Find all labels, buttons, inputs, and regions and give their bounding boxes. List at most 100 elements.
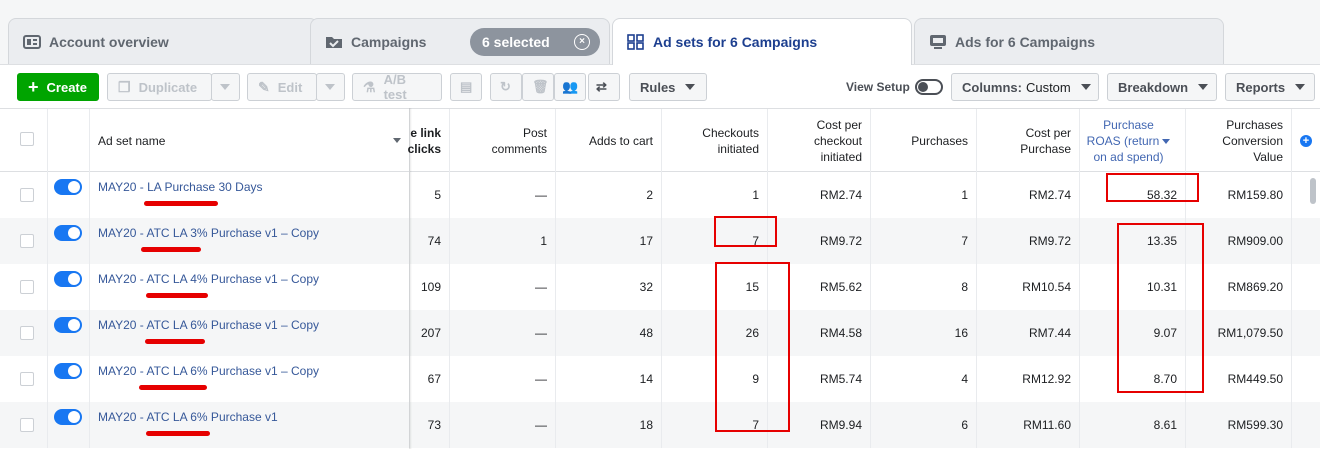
tab-ads[interactable]: Ads for 6 Campaigns bbox=[914, 18, 1224, 64]
rules-button[interactable]: Rules bbox=[629, 73, 707, 101]
adds-to-cart-cell: 17 bbox=[555, 218, 661, 264]
header-adds-to-cart[interactable]: Adds to cart bbox=[555, 109, 661, 172]
header-cost-per-checkout[interactable]: Cost per checkout initiated bbox=[767, 109, 870, 172]
clipboard-button[interactable]: ▤ bbox=[450, 73, 482, 101]
row-checkbox[interactable] bbox=[20, 372, 34, 386]
ad-set-name-link[interactable]: MAY20 - LA Purchase 30 Days bbox=[98, 180, 263, 194]
row-checkbox[interactable] bbox=[20, 234, 34, 248]
ad-set-name-cell: MAY20 - ATC LA 6% Purchase v1 bbox=[89, 402, 409, 448]
revert-button[interactable]: ↻ bbox=[490, 73, 522, 101]
header-toggle-cell bbox=[47, 109, 89, 172]
ab-test-button[interactable]: ⚗ A/B test bbox=[352, 72, 442, 102]
ad-set-name-cell: MAY20 - ATC LA 3% Purchase v1 – Copy bbox=[89, 218, 409, 264]
header-label: comments bbox=[491, 141, 547, 156]
row-checkbox[interactable] bbox=[20, 326, 34, 340]
header-purchases[interactable]: Purchases bbox=[870, 109, 976, 172]
table-row[interactable]: MAY20 - ATC LA 4% Purchase v1 – Copy 109—… bbox=[0, 264, 1320, 310]
cost-per-purchase-cell: RM2.74 bbox=[976, 172, 1079, 218]
tab-account-overview[interactable]: Account overview bbox=[8, 18, 318, 64]
selection-pill[interactable]: 6 selected × bbox=[470, 28, 600, 56]
ad-set-name-link[interactable]: MAY20 - ATC LA 3% Purchase v1 – Copy bbox=[98, 226, 319, 240]
columns-label: Columns: bbox=[962, 79, 1022, 95]
row-checkbox[interactable] bbox=[20, 188, 34, 202]
purchases-cell: 4 bbox=[870, 356, 976, 402]
edit-dropdown[interactable] bbox=[316, 73, 345, 101]
select-all-checkbox[interactable] bbox=[20, 132, 34, 146]
clear-selection-icon[interactable]: × bbox=[574, 34, 590, 50]
export-icon: ⇄ bbox=[596, 79, 607, 94]
ad-set-name-link[interactable]: MAY20 - ATC LA 4% Purchase v1 – Copy bbox=[98, 272, 319, 286]
add-column-icon[interactable]: + bbox=[1300, 135, 1312, 147]
duplicate-dropdown[interactable] bbox=[211, 73, 240, 101]
table-row[interactable]: MAY20 - ATC LA 6% Purchase v1 – Copy 67—1… bbox=[0, 356, 1320, 402]
header-label: Purchases bbox=[1226, 117, 1283, 132]
breakdown-button[interactable]: Breakdown bbox=[1107, 73, 1217, 101]
table-row[interactable]: MAY20 - ATC LA 3% Purchase v1 – Copy 74 1 1… bbox=[0, 218, 1320, 264]
reports-button[interactable]: Reports bbox=[1225, 73, 1315, 101]
purchases-cell: 16 bbox=[870, 310, 976, 356]
header-label: ROAS (return bbox=[1086, 133, 1160, 148]
people-icon: 👥 bbox=[562, 79, 579, 94]
table-row[interactable]: MAY20 - ATC LA 6% Purchase v1 – Copy 207—… bbox=[0, 310, 1320, 356]
edit-label: Edit bbox=[277, 79, 303, 95]
row-checkbox[interactable] bbox=[20, 280, 34, 294]
ad-set-on-off-toggle[interactable] bbox=[54, 271, 82, 287]
ad-set-name-cell: MAY20 - ATC LA 6% Purchase v1 – Copy bbox=[89, 356, 409, 402]
row-toggle-cell bbox=[47, 218, 89, 264]
create-button[interactable]: + Create bbox=[17, 73, 99, 101]
row-tail-cell bbox=[1291, 310, 1320, 356]
selection-count: 6 selected bbox=[482, 34, 550, 50]
ad-set-name-cell: MAY20 - ATC LA 4% Purchase v1 – Copy bbox=[89, 264, 409, 310]
table-row[interactable]: MAY20 - ATC LA 6% Purchase v1 73—18 7 RM9.9… bbox=[0, 402, 1320, 448]
annotation-underline bbox=[144, 201, 218, 206]
header-post-comments[interactable]: Post comments bbox=[449, 109, 555, 172]
post-comments-cell: — bbox=[449, 264, 555, 310]
header-label: Purchase bbox=[1020, 141, 1071, 156]
row-toggle-cell bbox=[47, 172, 89, 218]
header-label: Conversion bbox=[1222, 133, 1283, 148]
conversion-value-cell: RM869.20 bbox=[1185, 264, 1291, 310]
columns-button[interactable]: Columns: Custom bbox=[951, 73, 1099, 101]
row-tail-cell bbox=[1291, 218, 1320, 264]
export-button[interactable]: ⇄ bbox=[588, 73, 620, 101]
header-link-clicks[interactable]: e link clicks bbox=[408, 109, 449, 172]
header-label: Post bbox=[522, 125, 547, 140]
header-conversion-value[interactable]: Purchases Conversion Value bbox=[1185, 109, 1291, 172]
row-toggle-cell bbox=[47, 356, 89, 402]
adds-to-cart-cell: 2 bbox=[555, 172, 661, 218]
header-cost-per-purchase[interactable]: Cost per Purchase bbox=[976, 109, 1079, 172]
ad-set-name-link[interactable]: MAY20 - ATC LA 6% Purchase v1 bbox=[98, 410, 278, 424]
ab-test-label: A/B test bbox=[383, 72, 407, 102]
view-setup-toggle[interactable] bbox=[915, 79, 943, 95]
ad-set-name-link[interactable]: MAY20 - ATC LA 6% Purchase v1 – Copy bbox=[98, 318, 319, 332]
table-header: Ad set name e link clicks Post comments Ad… bbox=[0, 108, 1320, 172]
tab-bar: Account overview Campaigns 6 selected × … bbox=[0, 0, 1320, 65]
tab-label: Account overview bbox=[49, 33, 169, 50]
sort-caret-icon bbox=[393, 138, 401, 143]
ad-set-on-off-toggle[interactable] bbox=[54, 179, 82, 195]
row-tail-cell bbox=[1291, 264, 1320, 310]
trash-icon: 🗑 bbox=[532, 79, 549, 94]
table-row[interactable]: MAY20 - LA Purchase 30 Days 5—2 1 RM2.74 1 RM… bbox=[0, 172, 1320, 218]
audience-button[interactable]: 👥 bbox=[554, 73, 586, 101]
ad-set-name-link[interactable]: MAY20 - ATC LA 6% Purchase v1 – Copy bbox=[98, 364, 319, 378]
ad-set-on-off-toggle[interactable] bbox=[54, 409, 82, 425]
delete-button[interactable]: 🗑 bbox=[522, 73, 554, 101]
tab-ad-sets[interactable]: Ad sets for 6 Campaigns bbox=[612, 18, 912, 65]
ad-set-on-off-toggle[interactable] bbox=[54, 363, 82, 379]
cost-per-checkout-cell: RM5.74 bbox=[767, 356, 870, 402]
duplicate-button[interactable]: ❐ Duplicate bbox=[107, 73, 212, 101]
header-checkouts[interactable]: Checkouts initiated bbox=[661, 109, 767, 172]
header-ad-set-name[interactable]: Ad set name bbox=[89, 109, 409, 172]
rules-label: Rules bbox=[640, 79, 676, 95]
row-checkbox[interactable] bbox=[20, 418, 34, 432]
header-label: initiated bbox=[717, 141, 759, 156]
ad-set-on-off-toggle[interactable] bbox=[54, 225, 82, 241]
row-toggle-cell bbox=[47, 402, 89, 448]
edit-button[interactable]: ✎ Edit bbox=[247, 73, 317, 101]
header-roas[interactable]: Purchase ROAS (return on ad spend) bbox=[1079, 109, 1185, 172]
clipboard-icon: ▤ bbox=[460, 79, 473, 94]
checkouts-cell: 26 bbox=[661, 310, 767, 356]
ad-set-on-off-toggle[interactable] bbox=[54, 317, 82, 333]
vertical-scrollbar[interactable] bbox=[1310, 178, 1316, 204]
